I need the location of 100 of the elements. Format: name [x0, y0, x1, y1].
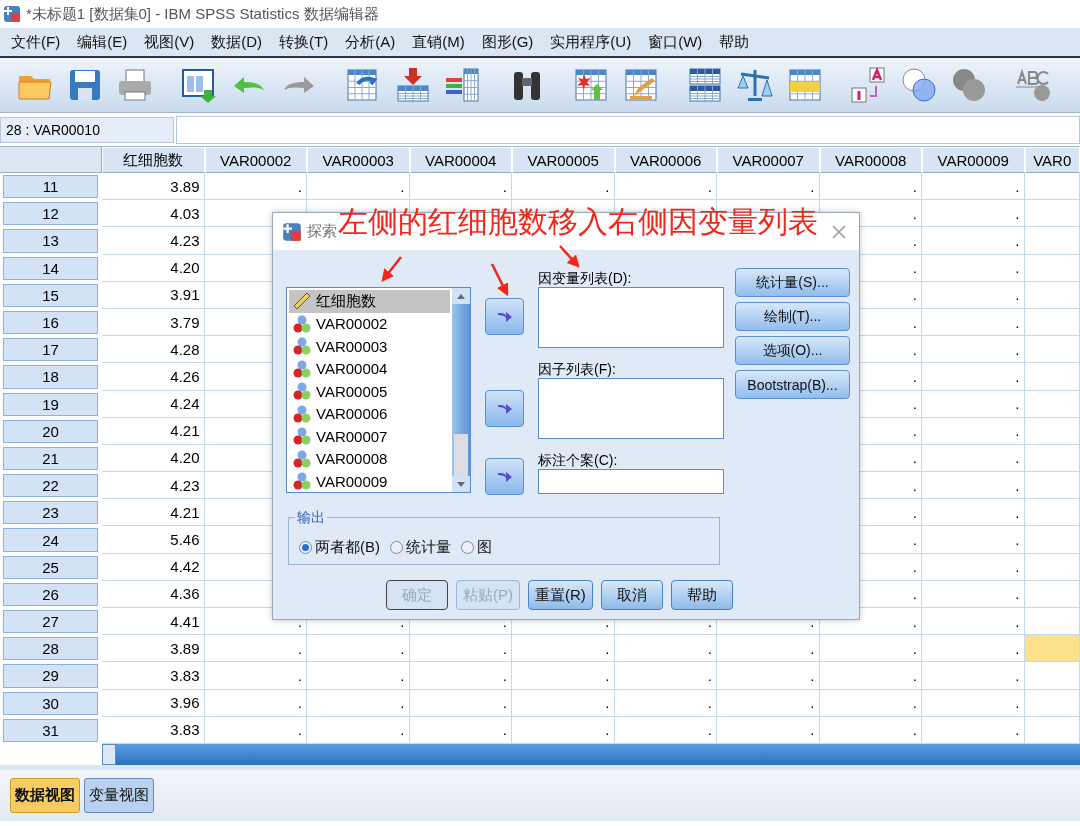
row-header[interactable]: 29 [3, 664, 98, 688]
cell-value-field[interactable] [176, 115, 1080, 144]
variable-item[interactable]: VAR00002 [289, 312, 450, 335]
variable-item[interactable]: VAR00004 [289, 357, 450, 380]
overlap-circles-icon[interactable] [900, 66, 938, 104]
column-header[interactable]: VAR00009 [922, 147, 1025, 173]
view-tab[interactable]: 变量视图 [84, 777, 154, 813]
radio-option[interactable]: 统计量 [390, 537, 451, 557]
option-button[interactable]: 选项(O)... [735, 336, 850, 365]
menu-item[interactable]: 实用程序(U) [543, 30, 639, 54]
menu-item[interactable]: 编辑(E) [70, 30, 135, 54]
variable-item[interactable]: VAR00008 [289, 447, 450, 470]
vertical-scrollbar[interactable] [452, 288, 470, 492]
table-cell[interactable] [1024, 716, 1080, 744]
menu-item[interactable]: 视图(V) [137, 30, 202, 54]
variable-bars-icon[interactable] [444, 66, 482, 104]
column-header[interactable]: VAR0 [1024, 147, 1080, 173]
list-field[interactable] [538, 378, 724, 439]
variable-item[interactable]: VAR00005 [289, 380, 450, 403]
filled-circles-icon[interactable] [950, 66, 988, 104]
radio-option[interactable]: 两者都(B) [299, 537, 380, 557]
option-button[interactable]: 绘制(T)... [735, 302, 850, 331]
table-cell[interactable] [1024, 200, 1080, 228]
column-header[interactable]: VAR00006 [614, 147, 717, 173]
table-cell[interactable] [1024, 499, 1080, 527]
row-header[interactable]: 24 [3, 528, 98, 552]
table-cell[interactable] [1024, 472, 1080, 500]
menu-item[interactable]: 数据(D) [204, 30, 269, 54]
row-header[interactable]: 11 [3, 175, 98, 199]
row-header[interactable]: 21 [3, 446, 98, 471]
list-field[interactable] [538, 287, 724, 348]
menu-item[interactable]: 图形(G) [474, 30, 541, 54]
close-icon[interactable] [831, 223, 847, 240]
table-down-arrow-icon[interactable] [394, 66, 432, 104]
row-header[interactable]: 22 [3, 474, 98, 498]
column-header[interactable]: VAR00007 [717, 147, 820, 173]
table-cell[interactable] [1024, 363, 1080, 391]
row-header[interactable]: 25 [3, 555, 98, 579]
table-cell[interactable] [1024, 689, 1080, 717]
dialog-button[interactable]: 重置(R) [528, 580, 593, 610]
column-header[interactable]: VAR00002 [204, 147, 307, 173]
table-cell[interactable] [1024, 227, 1080, 255]
table-cell[interactable] [1024, 417, 1080, 445]
variable-item[interactable]: VAR00009 [289, 470, 450, 493]
menu-item[interactable]: 窗口(W) [641, 30, 710, 54]
row-header[interactable]: 17 [3, 338, 98, 362]
table-cell[interactable] [1024, 580, 1080, 608]
move-arrow-button[interactable] [485, 458, 524, 495]
table-highlight-icon[interactable] [786, 66, 824, 104]
row-header[interactable]: 20 [3, 419, 98, 443]
table-cell[interactable] [1024, 254, 1080, 282]
variable-item[interactable]: VAR00007 [289, 425, 450, 448]
move-arrow-button[interactable] [485, 390, 524, 427]
table-cell[interactable] [1024, 526, 1080, 554]
table-cell[interactable] [1024, 173, 1080, 201]
column-header[interactable]: 红细胞数 [102, 147, 205, 173]
variable-item[interactable]: 红细胞数 [289, 290, 450, 313]
row-header[interactable]: 13 [3, 229, 98, 253]
window-down-arrow-icon[interactable] [180, 66, 218, 104]
scroll-down-icon[interactable] [457, 481, 465, 487]
table-cell[interactable] [1024, 308, 1080, 337]
row-header[interactable]: 19 [3, 392, 98, 416]
row-header[interactable]: 16 [3, 310, 98, 335]
row-header[interactable]: 31 [3, 718, 98, 742]
variable-item[interactable]: VAR00006 [289, 402, 450, 425]
row-header[interactable]: 18 [3, 365, 98, 389]
row-header[interactable]: 28 [3, 637, 98, 661]
menu-item[interactable]: 文件(F) [4, 30, 68, 54]
radio-option[interactable]: 图 [461, 537, 492, 557]
value-labels-icon[interactable] [850, 66, 888, 104]
view-tab[interactable]: 数据视图 [10, 777, 80, 813]
menu-item[interactable]: 转换(T) [272, 30, 336, 54]
table-cell[interactable] [1024, 635, 1080, 663]
table-cell[interactable] [1024, 662, 1080, 690]
table-cell[interactable] [1024, 553, 1080, 581]
table-pencil-icon[interactable] [622, 66, 660, 104]
dialog-button[interactable]: 取消 [600, 580, 663, 610]
column-header[interactable]: VAR00004 [409, 147, 512, 173]
variable-list[interactable]: 红细胞数 VAR00002 VAR00003 VAR00004 VAR00005 VAR00006 VAR00007 VAR00008 VAR00009 [286, 287, 471, 493]
row-header[interactable]: 26 [3, 582, 98, 606]
row-header[interactable]: 27 [3, 610, 98, 634]
move-arrow-button[interactable] [485, 298, 524, 335]
row-header[interactable]: 30 [3, 691, 98, 715]
column-header[interactable]: VAR00003 [307, 147, 410, 173]
dialog-button[interactable]: 帮助 [670, 580, 733, 610]
column-header[interactable]: VAR00005 [512, 147, 615, 173]
menu-item[interactable]: 分析(A) [338, 30, 403, 54]
table-cell[interactable] [1024, 444, 1080, 473]
input-field[interactable] [538, 469, 724, 494]
table-cell[interactable] [1024, 390, 1080, 418]
option-button[interactable]: Bootstrap(B)... [735, 370, 850, 399]
row-header[interactable]: 12 [3, 202, 98, 226]
row-header[interactable]: 15 [3, 283, 98, 307]
menu-item[interactable]: 直销(M) [405, 30, 472, 54]
grid-corner[interactable] [0, 147, 102, 173]
variable-item[interactable]: VAR00003 [289, 335, 450, 358]
table-cell[interactable] [1024, 336, 1080, 364]
option-button[interactable]: 统计量(S)... [735, 268, 850, 297]
horizontal-scrollbar[interactable] [102, 743, 1080, 765]
split-tables-icon[interactable] [686, 66, 724, 104]
